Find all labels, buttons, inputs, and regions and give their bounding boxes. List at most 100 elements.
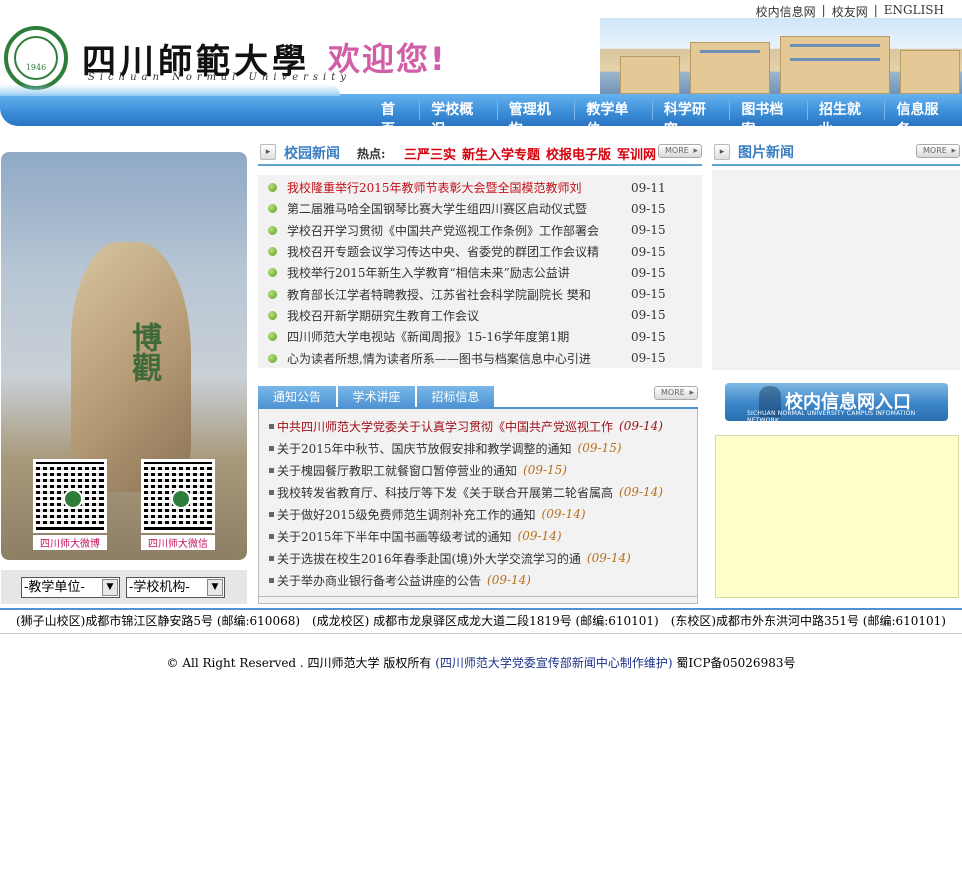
bullet-icon	[269, 511, 274, 517]
list-item[interactable]: 关于2015年下半年中国书画等级考试的通知 (09-14)	[269, 525, 697, 547]
window-row	[700, 50, 760, 53]
notice-title[interactable]: 关于2015年下半年中国书画等级考试的通知	[277, 528, 512, 545]
notice-date: (09-14)	[619, 419, 663, 433]
wechat-qr-label: 四川师大微信	[141, 535, 215, 550]
picture-news-panel	[712, 170, 960, 370]
weibo-qr-code[interactable]	[33, 459, 107, 533]
nav-teaching-units[interactable]: 教学单位	[575, 100, 653, 138]
list-item[interactable]: 教育部长江学者特聘教授、江苏省社会科学院副院长 樊和 09-15	[258, 283, 702, 304]
news-date: 09-15	[631, 329, 666, 344]
news-title[interactable]: 我校举行2015年新生入学教育“相信未来”励志公益讲	[287, 264, 621, 281]
notice-title[interactable]: 我校转发省教育厅、科技厅等下发《关于联合开展第二轮省属高	[277, 484, 613, 501]
hot-link[interactable]: 校报电子版	[546, 144, 611, 163]
university-seal-logo[interactable]: 1946	[4, 26, 68, 90]
address-chenglong: (成龙校区) 成都市龙泉驿区成龙大道二段1819号 (邮编:610101)	[311, 614, 659, 628]
nav-admissions[interactable]: 招生就业	[808, 100, 886, 138]
window-row	[790, 44, 880, 47]
nav-home[interactable]: 首页	[370, 100, 421, 138]
notice-title[interactable]: 关于举办商业银行备考公益讲座的公告	[277, 572, 481, 589]
rock-inscription: 博觀	[126, 322, 161, 382]
qr-logo-icon	[63, 489, 83, 509]
campus-news-more-button[interactable]: MORE	[658, 144, 702, 158]
bullet-icon	[268, 225, 277, 235]
news-title[interactable]: 学校召开学习贯彻《中国共产党巡视工作条例》工作部署会	[287, 222, 621, 239]
list-item[interactable]: 关于选拔在校生2016年春季赴国(境)外大学交流学习的通 (09-14)	[269, 547, 697, 569]
tab-bidding[interactable]: 招标信息	[417, 386, 494, 408]
list-item[interactable]: 第二届雅马哈全国钢琴比赛大学生组四川赛区启动仪式暨 09-15	[258, 198, 702, 219]
news-title[interactable]: 第二届雅马哈全国钢琴比赛大学生组四川赛区启动仪式暨	[287, 200, 621, 217]
hot-link[interactable]: 军训网	[617, 144, 656, 163]
notice-title[interactable]: 关于槐园餐厅教职工就餐窗口暂停营业的通知	[277, 462, 517, 479]
notice-title[interactable]: 关于做好2015级免费师范生调剂补充工作的通知	[277, 506, 536, 523]
nav-overview[interactable]: 学校概况	[420, 100, 498, 138]
address-east: (东校区)成都市外东洪河中路351号 (邮编:610101)	[670, 614, 946, 628]
bullet-icon	[269, 423, 274, 429]
list-item[interactable]: 关于2015年中秋节、国庆节放假安排和教学调整的通知 (09-15)	[269, 437, 697, 459]
seal-year: 1946	[25, 62, 47, 72]
list-item[interactable]: 我校隆重举行2015年教师节表彰大会暨全国模范教师刘 09-11	[258, 177, 702, 198]
notice-title[interactable]: 关于选拔在校生2016年春季赴国(境)外大学交流学习的通	[277, 550, 581, 567]
nav-info-services[interactable]: 信息服务	[885, 100, 962, 138]
nav-research[interactable]: 科学研究	[653, 100, 731, 138]
hot-link[interactable]: 新生入学专题	[462, 144, 540, 163]
window-row	[790, 58, 880, 61]
list-item[interactable]: 学校召开学习贯彻《中国共产党巡视工作条例》工作部署会 09-15	[258, 220, 702, 241]
bullet-icon	[268, 353, 277, 363]
wechat-qr-code[interactable]	[141, 459, 215, 533]
news-title[interactable]: 教育部长江学者特聘教授、江苏省社会科学院副院长 樊和	[287, 286, 621, 303]
bullet-icon	[268, 310, 277, 320]
news-date: 09-15	[631, 287, 666, 302]
nav-library[interactable]: 图书档案	[730, 100, 808, 138]
footer-divider	[0, 633, 962, 634]
list-item[interactable]: 我校举行2015年新生入学教育“相信未来”励志公益讲 09-15	[258, 262, 702, 283]
notice-panel-yellow	[715, 435, 959, 598]
notice-date: (09-14)	[586, 551, 631, 565]
seal-inner: 1946	[14, 36, 58, 80]
notice-title[interactable]: 关于2015年中秋节、国庆节放假安排和教学调整的通知	[277, 440, 572, 457]
notices-more-button[interactable]: MORE	[654, 386, 698, 400]
list-item[interactable]: 四川师范大学电视站《新闻周报》15-16学年度第1期 09-15	[258, 326, 702, 347]
campus-rock-photo: 博觀 四川师大微博 四川师大微信	[1, 152, 247, 560]
bullet-icon	[269, 577, 274, 583]
notice-tabs: 通知公告 学术讲座 招标信息	[258, 386, 494, 408]
picture-news-more-button[interactable]: MORE	[916, 144, 960, 158]
notice-list: 中共四川师范大学党委关于认真学习贯彻《中国共产党巡视工作 (09-14) 关于20…	[258, 409, 698, 604]
site-header: 校内信息网 | 校友网 | ENGLISH 1946 四川師範大學 Sichua…	[0, 0, 962, 138]
teaching-unit-select[interactable]: -教学单位- ▼	[21, 576, 120, 598]
list-item[interactable]: 关于做好2015级免费师范生调剂补充工作的通知 (09-14)	[269, 503, 697, 525]
chevron-down-icon: ▼	[207, 578, 223, 596]
campus-news-title[interactable]: 校园新闻	[284, 143, 340, 163]
hot-link[interactable]: 三严三实	[404, 144, 456, 163]
news-title[interactable]: 我校隆重举行2015年教师节表彰大会暨全国模范教师刘	[287, 179, 621, 196]
tab-lectures[interactable]: 学术讲座	[338, 386, 415, 408]
school-org-select[interactable]: -学校机构- ▼	[126, 576, 225, 598]
maker-link[interactable]: (四川师范大学党委宣传部新闻中心制作维护)	[435, 656, 672, 670]
news-date: 09-15	[631, 265, 666, 280]
list-item[interactable]: 中共四川师范大学党委关于认真学习贯彻《中国共产党巡视工作 (09-14)	[269, 415, 697, 437]
building	[620, 56, 680, 94]
notice-date: (09-15)	[577, 441, 622, 455]
news-date: 09-11	[631, 180, 666, 195]
campus-news-header: ▸ 校园新闻 热点: 三严三实 新生入学专题 校报电子版 军训网 MORE	[258, 140, 702, 166]
list-item[interactable]: 我校转发省教育厅、科技厅等下发《关于联合开展第二轮省属高 (09-14)	[269, 481, 697, 503]
bullet-icon	[269, 489, 274, 495]
icp-number[interactable]: 蜀ICP备05026983号	[673, 656, 795, 670]
tab-announcements[interactable]: 通知公告	[258, 386, 336, 408]
qr-logo-icon	[171, 489, 191, 509]
news-title[interactable]: 心为读者所想,情为读者所系——图书与档案信息中心引进	[287, 350, 621, 367]
notice-date: (09-14)	[541, 507, 586, 521]
list-item[interactable]: 我校召开新学期研究生教育工作会议 09-15	[258, 305, 702, 326]
nav-administration[interactable]: 管理机构	[498, 100, 576, 138]
list-item[interactable]: 我校召开专题会议学习传达中央、省委党的群团工作会议精 09-15	[258, 241, 702, 262]
news-title[interactable]: 我校召开专题会议学习传达中央、省委党的群团工作会议精	[287, 243, 621, 260]
picture-news-title[interactable]: 图片新闻	[738, 142, 794, 162]
news-title[interactable]: 四川师范大学电视站《新闻周报》15-16学年度第1期	[287, 328, 621, 345]
list-item[interactable]: 心为读者所想,情为读者所系——图书与档案信息中心引进 09-15	[258, 347, 702, 368]
list-item[interactable]: 关于槐园餐厅教职工就餐窗口暂停营业的通知 (09-15)	[269, 459, 697, 481]
news-title[interactable]: 我校召开新学期研究生教育工作会议	[287, 307, 621, 324]
campus-info-portal-button[interactable]: 校内信息网入口 SICHUAN NORMAL UNIVERSITY CAMPUS…	[725, 383, 948, 424]
copyright-text: © All Right Reserved . 四川师范大学 版权所有	[166, 656, 436, 670]
notice-title[interactable]: 中共四川师范大学党委关于认真学习贯彻《中国共产党巡视工作	[277, 418, 613, 435]
copyright-line: © All Right Reserved . 四川师范大学 版权所有 (四川师范…	[0, 654, 962, 671]
list-item[interactable]: 关于举办商业银行备考公益讲座的公告 (09-14)	[269, 569, 697, 591]
